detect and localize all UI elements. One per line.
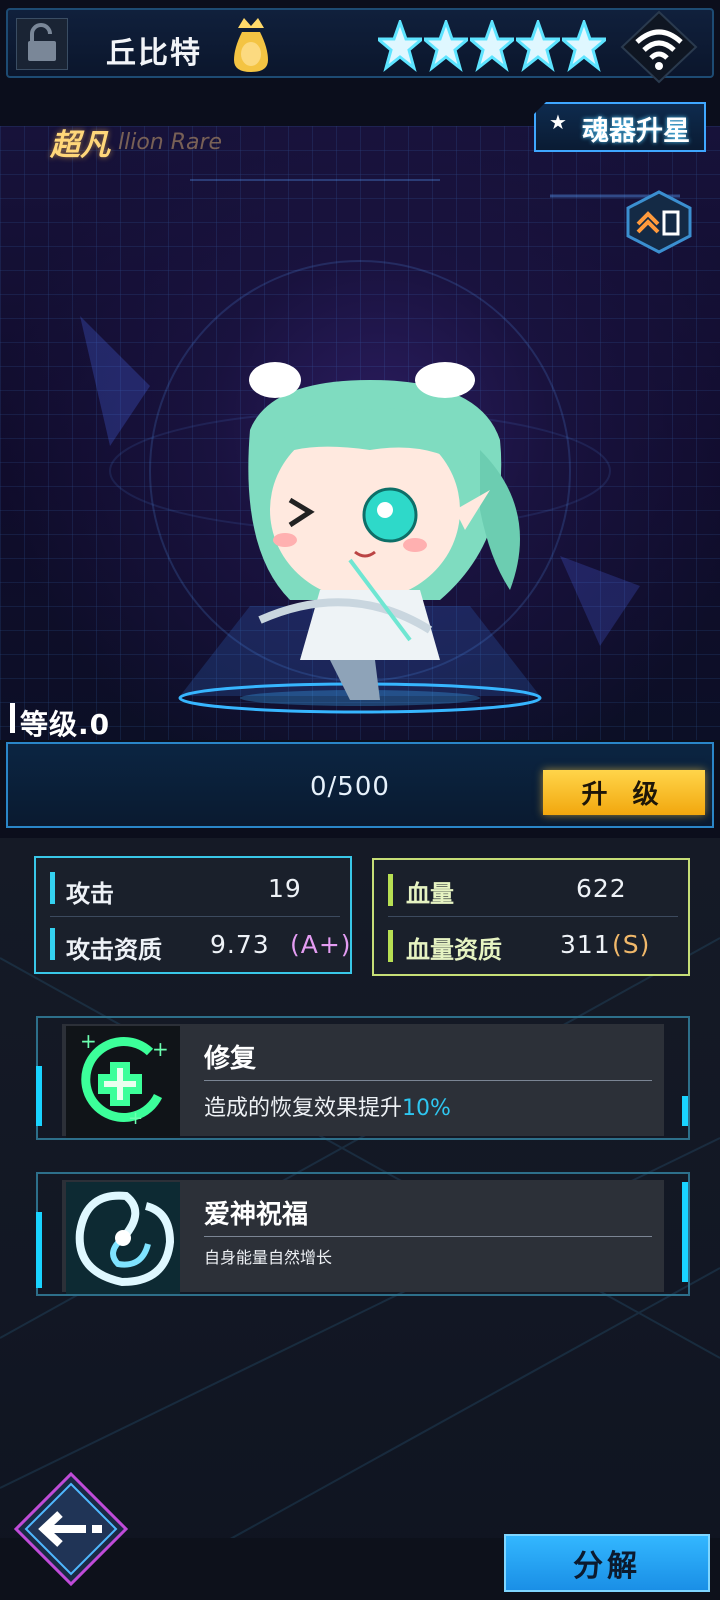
hp-quality-grade: (S) (612, 930, 651, 959)
back-button[interactable] (12, 1470, 130, 1588)
rank-toggle-icon[interactable] (624, 190, 694, 254)
wifi-icon (620, 10, 698, 84)
star-small-icon: ★ (549, 110, 567, 134)
hp-value: 622 (576, 874, 627, 903)
decompose-button[interactable]: 分解 (504, 1534, 710, 1592)
skill-card-accent (36, 1066, 42, 1126)
swirl-icon (66, 1182, 180, 1294)
attack-quality-tick (50, 928, 55, 960)
svg-text:+: + (128, 1108, 143, 1129)
svg-text:+: + (152, 1037, 169, 1061)
star-icon (516, 20, 560, 72)
back-arrow-icon (13, 1471, 129, 1587)
hp-quality-label: 血量资质 (406, 936, 502, 964)
star-rating (378, 20, 610, 76)
skill-description: 造成的恢复效果提升10% (204, 1096, 451, 1121)
skill-name: 修复 (204, 1044, 257, 1074)
star-icon (424, 20, 468, 72)
skill-card-accent (36, 1212, 42, 1288)
skill-card-accent (682, 1096, 688, 1126)
level-label: 等级.0 (20, 708, 111, 741)
attack-tick (50, 872, 55, 904)
divider (388, 916, 678, 917)
star-icon (470, 20, 514, 72)
divider (50, 916, 340, 917)
hp-label: 血量 (406, 880, 454, 908)
crown-icon (228, 14, 274, 76)
level-marker (10, 703, 15, 733)
rarity-label: 超凡 (50, 128, 110, 163)
attack-quality-label: 攻击资质 (66, 936, 162, 964)
svg-text:+: + (80, 1029, 97, 1053)
unlock-icon[interactable] (16, 18, 68, 70)
skill-card-repair[interactable]: + + + 修复 造成的恢复效果提升10% (36, 1016, 690, 1140)
skill-divider (204, 1236, 652, 1237)
upgrade-button[interactable]: 升 级 (543, 770, 705, 815)
rarity-english-label: llion Rare (118, 130, 223, 155)
skill-card-accent (682, 1182, 688, 1282)
star-icon (378, 20, 422, 72)
skill-divider (204, 1080, 652, 1081)
star-icon (562, 20, 606, 72)
experience-progress-text: 0/500 (310, 772, 390, 802)
star-upgrade-label[interactable]: 魂器升星 (582, 109, 690, 148)
attack-quality-grade: (A+) (290, 930, 352, 959)
attack-value: 19 (268, 874, 302, 903)
skill-description: 自身能量自然增长 (204, 1248, 333, 1267)
hero-name: 丘比特 (106, 36, 202, 71)
skill-name: 爱神祝福 (204, 1200, 309, 1230)
hp-quality-value: 311 (560, 930, 611, 959)
hp-quality-tick (388, 930, 393, 962)
attack-label: 攻击 (66, 880, 114, 908)
hp-tick (388, 874, 393, 906)
skill-card-cupid-blessing[interactable]: 爱神祝福 自身能量自然增长 (36, 1172, 690, 1296)
attack-quality-value: 9.73 (210, 930, 270, 959)
hero-character-portrait (248, 362, 520, 700)
heal-cross-icon: + + + (66, 1026, 180, 1138)
